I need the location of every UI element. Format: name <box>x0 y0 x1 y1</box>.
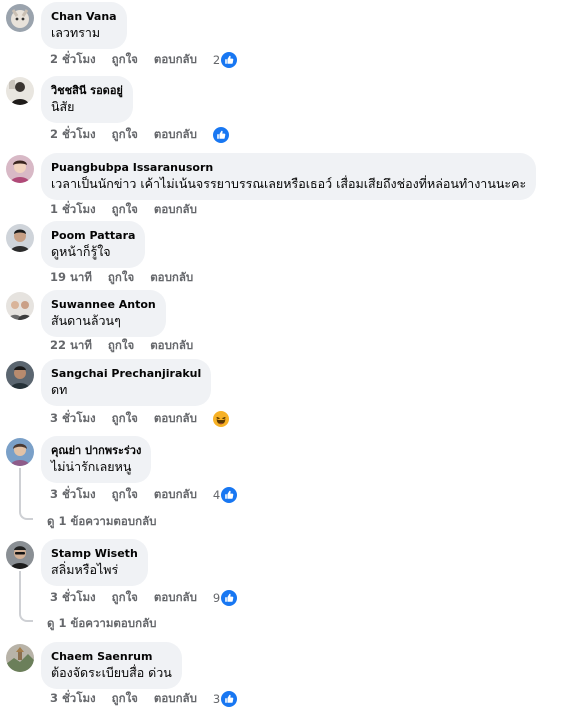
comment-actions: 3 ชั่วโมง ถูกใจ ตอบกลับ 4 <box>50 486 237 504</box>
like-icon <box>221 487 237 503</box>
comment-bubble: Chan Vana เลวทราม <box>41 2 127 49</box>
comment-text: เวลาเป็นนักข่าว เค้าไม่เน้นจรรยาบรรณเลยห… <box>51 176 527 191</box>
comment-bubble: วิชชสินี รอดอยู่ นิสัย <box>41 76 133 123</box>
reaction-summary[interactable] <box>213 127 229 143</box>
like-icon <box>221 590 237 606</box>
comment-actions: 2 ชั่วโมง ถูกใจ ตอบกลับ <box>50 126 229 144</box>
reply-button[interactable]: ตอบกลับ <box>150 337 193 355</box>
comment-text: ไม่น่ารักเลยหนู <box>51 459 132 474</box>
like-button[interactable]: ถูกใจ <box>112 589 138 607</box>
comment-actions: 19 นาที ถูกใจ ตอบกลับ <box>50 269 209 287</box>
comment-text: สันดานล้วนๆ <box>51 313 121 328</box>
like-button[interactable]: ถูกใจ <box>112 51 138 69</box>
like-button[interactable]: ถูกใจ <box>112 201 138 219</box>
comment-actions: 2 ชั่วโมง ถูกใจ ตอบกลับ 2 <box>50 51 237 69</box>
reply-button[interactable]: ตอบกลับ <box>154 126 197 144</box>
comment-time[interactable]: 19 นาที <box>50 269 92 287</box>
reaction-summary[interactable] <box>213 411 229 427</box>
comment-time[interactable]: 2 ชั่วโมง <box>50 51 96 69</box>
comment-bubble: Puangbubpa Issaranusorn เวลาเป็นนักข่าว … <box>41 153 537 200</box>
comment-time[interactable]: 3 ชั่วโมง <box>50 410 96 428</box>
comment-text: สลิ่มหรือไพร่ <box>51 562 119 577</box>
comment-time[interactable]: 3 ชั่วโมง <box>50 690 96 708</box>
thread-line <box>19 468 21 510</box>
reply-button[interactable]: ตอบกลับ <box>154 410 197 428</box>
comment-author[interactable]: Chaem Saenrum <box>51 649 172 664</box>
thread-connector <box>19 612 33 622</box>
avatar[interactable] <box>6 224 34 252</box>
comment-author[interactable]: Sangchai Prechanjirakul <box>51 366 201 381</box>
avatar[interactable] <box>6 77 34 105</box>
reply-button[interactable]: ตอบกลับ <box>154 201 197 219</box>
like-button[interactable]: ถูกใจ <box>108 337 134 355</box>
reply-button[interactable]: ตอบกลับ <box>154 51 197 69</box>
comment-actions: 22 นาที ถูกใจ ตอบกลับ <box>50 337 209 355</box>
comment-bubble: Suwannee Anton สันดานล้วนๆ <box>41 290 166 337</box>
reaction-count: 3 <box>212 692 221 706</box>
avatar[interactable] <box>6 292 34 320</box>
comment-author[interactable]: Suwannee Anton <box>51 297 156 312</box>
haha-icon <box>213 411 229 427</box>
reaction-summary[interactable]: 9 <box>213 590 237 606</box>
like-button[interactable]: ถูกใจ <box>112 486 138 504</box>
comment-text: เลวทราม <box>51 25 101 40</box>
avatar[interactable] <box>6 155 34 183</box>
comment-time[interactable]: 3 ชั่วโมง <box>50 486 96 504</box>
avatar[interactable] <box>6 438 34 466</box>
reply-button[interactable]: ตอบกลับ <box>150 269 193 287</box>
reply-button[interactable]: ตอบกลับ <box>154 589 197 607</box>
reply-button[interactable]: ตอบกลับ <box>154 690 197 708</box>
comment-author[interactable]: Chan Vana <box>51 9 117 24</box>
comment-actions: 1 ชั่วโมง ถูกใจ ตอบกลับ <box>50 201 213 219</box>
avatar[interactable] <box>6 644 34 672</box>
comment-text: นิสัย <box>51 99 75 114</box>
thread-line <box>19 571 21 612</box>
comment-text: ดูหน้าก็รู้ใจ <box>51 244 111 259</box>
avatar[interactable] <box>6 361 34 389</box>
view-replies-link[interactable]: ดู 1 ข้อความตอบกลับ <box>47 513 156 531</box>
comment-bubble: Poom Pattara ดูหน้าก็รู้ใจ <box>41 221 146 268</box>
like-button[interactable]: ถูกใจ <box>112 410 138 428</box>
comment-author[interactable]: คุณย่า ปากพระร่วง <box>51 443 141 458</box>
avatar[interactable] <box>6 4 34 32</box>
like-icon <box>221 691 237 707</box>
reaction-summary[interactable]: 2 <box>213 52 237 68</box>
comment-actions: 3 ชั่วโมง ถูกใจ ตอบกลับ <box>50 410 229 428</box>
comment-text: ต้องจัดระเบียบสื่อ ด่วน <box>51 665 172 680</box>
avatar[interactable] <box>6 541 34 569</box>
reaction-summary[interactable]: 3 <box>213 691 237 707</box>
like-icon <box>213 127 229 143</box>
comment-author[interactable]: Poom Pattara <box>51 228 135 243</box>
reaction-count: 2 <box>212 53 221 67</box>
like-icon <box>221 52 237 68</box>
comment-text: ดท <box>51 382 68 397</box>
comment-bubble: คุณย่า ปากพระร่วง ไม่น่ารักเลยหนู <box>41 436 152 483</box>
like-button[interactable]: ถูกใจ <box>112 126 138 144</box>
comment-actions: 3 ชั่วโมง ถูกใจ ตอบกลับ 3 <box>50 690 237 708</box>
reply-button[interactable]: ตอบกลับ <box>154 486 197 504</box>
comment-author[interactable]: Puangbubpa Issaranusorn <box>51 160 526 175</box>
reaction-count: 9 <box>212 591 221 605</box>
comment-time[interactable]: 3 ชั่วโมง <box>50 589 96 607</box>
comment-time[interactable]: 2 ชั่วโมง <box>50 126 96 144</box>
view-replies-link[interactable]: ดู 1 ข้อความตอบกลับ <box>47 615 156 633</box>
like-button[interactable]: ถูกใจ <box>108 269 134 287</box>
comment-time[interactable]: 1 ชั่วโมง <box>50 201 96 219</box>
reaction-count: 4 <box>212 488 221 502</box>
comment-actions: 3 ชั่วโมง ถูกใจ ตอบกลับ 9 <box>50 589 237 607</box>
reaction-summary[interactable]: 4 <box>213 487 237 503</box>
comment-bubble: Chaem Saenrum ต้องจัดระเบียบสื่อ ด่วน <box>41 642 182 689</box>
comment-author[interactable]: Stamp Wiseth <box>51 546 138 561</box>
like-button[interactable]: ถูกใจ <box>112 690 138 708</box>
comment-bubble: Sangchai Prechanjirakul ดท <box>41 359 212 406</box>
comment-bubble: Stamp Wiseth สลิ่มหรือไพร่ <box>41 539 148 586</box>
comment-author[interactable]: วิชชสินี รอดอยู่ <box>51 83 123 98</box>
thread-connector <box>19 510 33 520</box>
comment-time[interactable]: 22 นาที <box>50 337 92 355</box>
